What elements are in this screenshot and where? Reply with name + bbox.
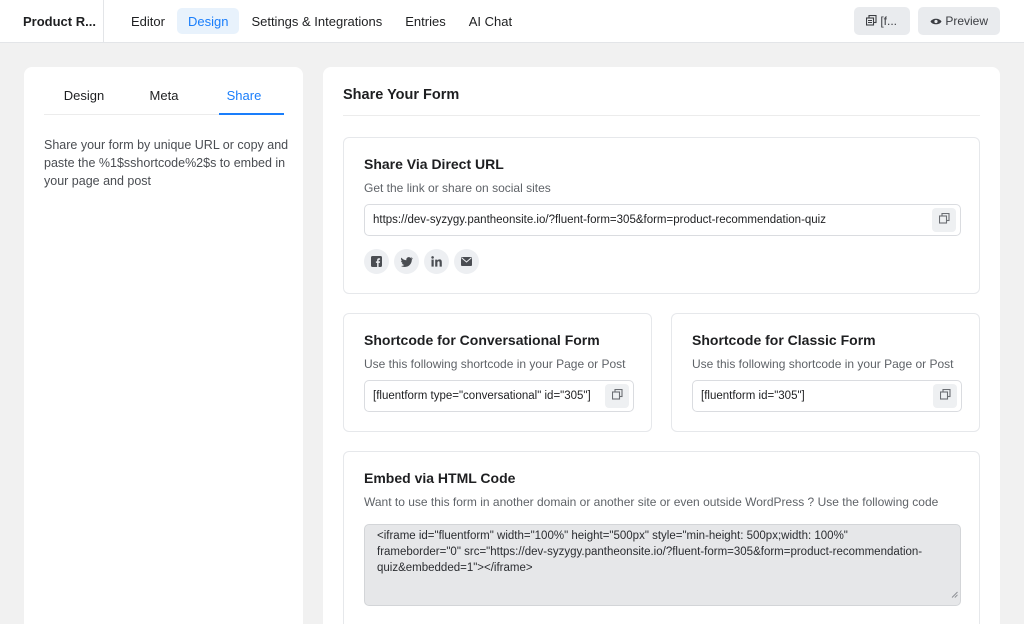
copy-icon: [939, 387, 951, 405]
copy-url-button[interactable]: [932, 208, 956, 232]
social-share-row: [364, 249, 479, 274]
classic-shortcode-value[interactable]: [fluentform id="305"]: [701, 390, 933, 402]
copy-icon: [611, 387, 623, 405]
top-bar: Product R... Editor Design Settings & In…: [0, 0, 1024, 43]
settings-sidebar: Design Meta Share Share your form by uni…: [24, 67, 303, 624]
facebook-icon[interactable]: [364, 249, 389, 274]
direct-url-card: Share Via Direct URL Get the link or sha…: [343, 137, 980, 294]
embed-code-textarea[interactable]: <iframe id="fluentform" width="100%" hei…: [364, 524, 961, 606]
nav-ai-chat[interactable]: AI Chat: [458, 8, 523, 34]
copy-shortcode-label: [f...: [880, 14, 898, 28]
copy-icon: [938, 211, 950, 229]
form-title[interactable]: Product R...: [0, 0, 104, 43]
main-nav: Editor Design Settings & Integrations En…: [120, 8, 524, 34]
tab-share[interactable]: Share: [204, 67, 284, 115]
conversational-subtitle: Use this following shortcode in your Pag…: [364, 357, 626, 371]
direct-url-value[interactable]: https://dev-syzygy.pantheonsite.io/?flue…: [373, 214, 933, 226]
conversational-shortcode-card: Shortcode for Conversational Form Use th…: [343, 313, 652, 432]
twitter-icon[interactable]: [394, 249, 419, 274]
resize-handle-icon[interactable]: [951, 587, 958, 603]
page-title: Share Your Form: [343, 87, 460, 103]
direct-url-title: Share Via Direct URL: [364, 156, 504, 172]
nav-design[interactable]: Design: [176, 8, 240, 34]
conversational-title: Shortcode for Conversational Form: [364, 332, 600, 348]
classic-shortcode-card: Shortcode for Classic Form Use this foll…: [671, 313, 980, 432]
embed-title: Embed via HTML Code: [364, 470, 516, 486]
classic-shortcode-field[interactable]: [fluentform id="305"]: [692, 380, 962, 412]
sidebar-tabs: Design Meta Share: [44, 67, 284, 115]
eye-icon: [930, 15, 942, 29]
embed-subtitle: Want to use this form in another domain …: [364, 495, 939, 509]
preview-label: Preview: [945, 14, 989, 28]
classic-subtitle: Use this following shortcode in your Pag…: [692, 357, 954, 371]
copy-conversational-button[interactable]: [605, 384, 629, 408]
embed-code-line: quiz&embedded=1"></iframe>: [377, 562, 533, 574]
nav-settings-integrations[interactable]: Settings & Integrations: [240, 8, 393, 34]
copy-shortcode-button[interactable]: [f...: [854, 7, 910, 35]
preview-button[interactable]: Preview: [918, 7, 1000, 35]
tab-design[interactable]: Design: [44, 67, 124, 114]
direct-url-subtitle: Get the link or share on social sites: [364, 181, 551, 195]
tab-meta[interactable]: Meta: [124, 67, 204, 114]
divider: [343, 115, 980, 116]
copy-classic-button[interactable]: [933, 384, 957, 408]
nav-entries[interactable]: Entries: [394, 8, 456, 34]
linkedin-icon[interactable]: [424, 249, 449, 274]
nav-editor[interactable]: Editor: [120, 8, 176, 34]
direct-url-field[interactable]: https://dev-syzygy.pantheonsite.io/?flue…: [364, 204, 961, 236]
conversational-shortcode-field[interactable]: [fluentform type="conversational" id="30…: [364, 380, 634, 412]
embed-code-line: frameborder="0" src="https://dev-syzygy.…: [377, 546, 923, 558]
share-description: Share your form by unique URL or copy an…: [44, 138, 289, 188]
conversational-shortcode-value[interactable]: [fluentform type="conversational" id="30…: [373, 390, 605, 402]
share-panel: Share Your Form Share Via Direct URL Get…: [323, 67, 1000, 624]
email-icon[interactable]: [454, 249, 479, 274]
embed-code-line: <iframe id="fluentform" width="100%" hei…: [377, 530, 848, 542]
embed-html-card: Embed via HTML Code Want to use this for…: [343, 451, 980, 624]
copy-icon: [865, 14, 877, 29]
classic-title: Shortcode for Classic Form: [692, 332, 876, 348]
